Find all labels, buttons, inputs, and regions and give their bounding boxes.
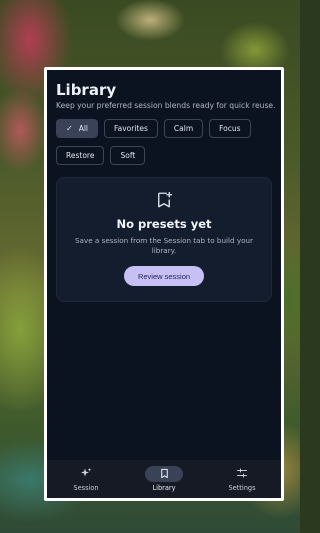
filter-chip-label: All [78, 124, 89, 133]
empty-state-card: No presets yet Save a session from the S… [56, 177, 272, 302]
filter-chip-label: Restore [66, 151, 95, 160]
bookmark-add-icon [155, 191, 173, 209]
nav-icon-container [145, 466, 183, 482]
filter-chip-label: Soft [120, 151, 136, 160]
filter-chip-all[interactable]: ✓ All [56, 119, 99, 138]
filter-chip-label: Favorites [114, 124, 148, 133]
filter-chip-soft[interactable]: Soft [110, 146, 146, 165]
nav-item-settings[interactable]: Settings [212, 466, 272, 492]
page-subtitle: Keep your preferred session blends ready… [56, 101, 276, 110]
sparkle-icon [80, 467, 92, 481]
nav-icon-container [67, 466, 105, 482]
review-session-button[interactable]: Review session [123, 266, 205, 286]
library-screen: Library Keep your preferred session blen… [47, 70, 281, 302]
nav-item-library[interactable]: Library [134, 466, 194, 492]
bottom-navigation: Session Library Settings [47, 460, 281, 498]
nav-item-label: Settings [228, 484, 256, 492]
filter-chip-label: Calm [173, 124, 194, 133]
filter-chip-focus[interactable]: Focus [209, 119, 251, 138]
filter-chips: ✓ All Favorites Calm Focus Restore Soft [56, 119, 262, 165]
bookmark-icon [159, 468, 170, 481]
nav-item-session[interactable]: Session [56, 466, 116, 492]
nav-item-label: Session [73, 484, 99, 492]
filter-chip-label: Focus [219, 124, 241, 133]
nav-item-label: Library [152, 484, 176, 492]
filter-chip-restore[interactable]: Restore [56, 146, 105, 165]
sliders-icon [236, 467, 248, 481]
app-window: Library Keep your preferred session blen… [44, 67, 284, 501]
filter-chip-favorites[interactable]: Favorites [104, 119, 158, 138]
check-icon: ✓ [66, 124, 73, 133]
empty-state-title: No presets yet [116, 217, 212, 231]
nav-icon-container [223, 466, 261, 482]
page-title: Library [56, 81, 117, 99]
filter-chip-calm[interactable]: Calm [163, 119, 204, 138]
empty-state-description: Save a session from the Session tab to b… [75, 236, 253, 255]
